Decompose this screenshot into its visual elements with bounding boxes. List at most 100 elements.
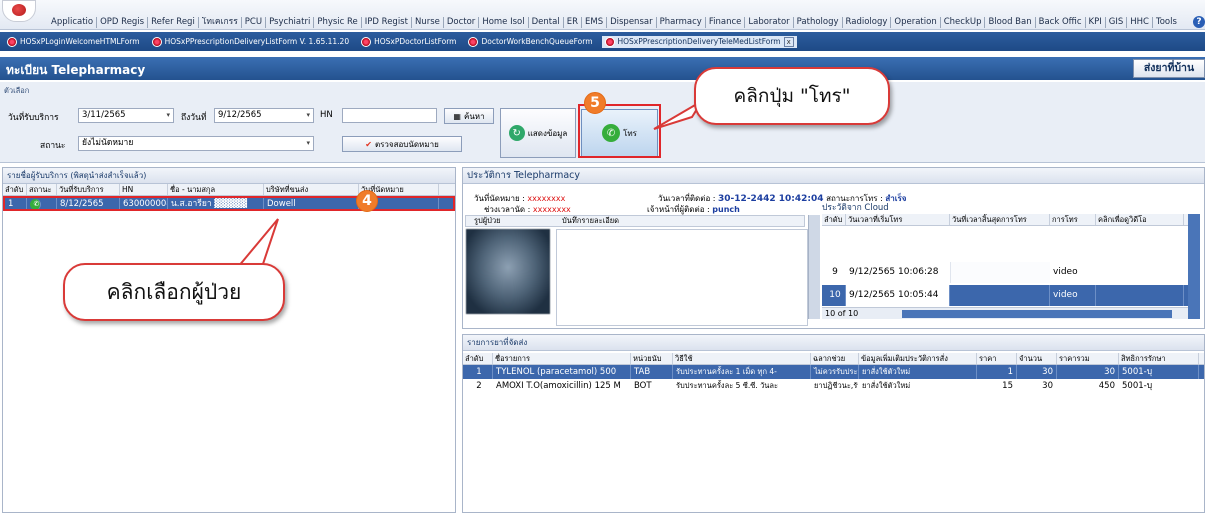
menu-item[interactable]: Finance — [706, 17, 746, 28]
column-header[interactable]: คลิกเพื่อดูวิดีโอ — [1096, 214, 1184, 225]
search-button[interactable]: ▦ ค้นหา — [444, 108, 494, 124]
document-tabbar: HOSxPLoginWelcomeHTMLForm HOSxPPrescript… — [0, 32, 1205, 51]
column-header[interactable]: ชื่อ - นามสกุล — [168, 184, 264, 195]
splitter-handle[interactable] — [808, 215, 820, 319]
column-header[interactable]: ข้อมูลเพิ่มเติมประวัติการสั่ง — [859, 353, 977, 364]
patient-list-panel: รายชื่อผู้รับบริการ (พิสดุนำส่งสำเร็จแล้… — [2, 167, 456, 513]
menu-item[interactable]: Pathology — [794, 17, 843, 28]
extra-info-cell: ยาสั่งใช้ตัวใหม่ — [862, 381, 911, 390]
column-header[interactable]: ฉลากช่วย — [811, 353, 859, 364]
form-icon — [7, 36, 17, 47]
column-header[interactable]: บริษัทที่ขนส่ง — [264, 184, 359, 195]
search-icon: ▦ — [453, 111, 461, 121]
menu-item[interactable]: Refer Regi — [148, 17, 199, 28]
table-row[interactable]: 1 ✆ 8/12/2565 630000008 น.ส.อารียา ▓▓▓▓▓… — [3, 196, 455, 211]
menu-item[interactable]: Tools — [1153, 17, 1180, 28]
menu-item[interactable]: Physic Re — [314, 17, 362, 28]
page-title: ทะเบียน Telepharmacy — [6, 63, 146, 77]
check-icon: ✔ — [365, 139, 372, 149]
contact-time-label: วันเวลาที่ติดต่อ : — [658, 194, 716, 203]
column-header[interactable]: จำนวน — [1017, 353, 1057, 364]
menu-item[interactable]: ER — [564, 17, 582, 28]
column-header[interactable]: ลำดับ — [3, 184, 27, 195]
column-header[interactable]: ราคารวม — [1057, 353, 1119, 364]
column-header[interactable]: ราคา — [977, 353, 1017, 364]
menu-item[interactable]: Psychiatri — [266, 17, 315, 28]
column-header[interactable]: การโทร — [1050, 214, 1096, 225]
column-header[interactable]: วันเวลาที่เริ่มโทร — [846, 214, 950, 225]
column-header[interactable]: ลำดับ — [822, 214, 846, 225]
menu-item[interactable]: Dental — [529, 17, 564, 28]
unit-cell: TAB — [631, 365, 673, 379]
column-header[interactable]: สถานะ — [27, 184, 57, 195]
doc-tab[interactable]: DoctorWorkBenchQueueForm — [465, 36, 595, 48]
menu-item[interactable]: Back Offic — [1036, 17, 1086, 28]
video-link-cell[interactable] — [1096, 285, 1184, 306]
service-date-from-input[interactable]: 3/11/2565 ▾ — [78, 108, 174, 123]
column-header[interactable]: หน่วยนับ — [631, 353, 673, 364]
menu-item[interactable]: EMS — [582, 17, 608, 28]
horizontal-scrollbar[interactable] — [902, 310, 1172, 318]
column-header[interactable]: วิธีใช้ — [673, 353, 811, 364]
menu-item[interactable]: OPD Regis — [97, 17, 149, 28]
right-cell: 5001-บุ — [1122, 381, 1153, 391]
home-delivery-button[interactable]: ส่งยาที่บ้าน — [1133, 59, 1205, 78]
menu-item[interactable]: Doctor — [444, 17, 480, 28]
to-date-label: ถึงวันที่ — [181, 113, 207, 123]
appt-time-label: ช่วงเวลานัด : — [484, 205, 531, 214]
service-date-to-input[interactable]: 9/12/2565 ▾ — [214, 108, 314, 123]
menu-item[interactable]: โทเคเกรร — [199, 17, 242, 28]
column-header[interactable]: วันที่เวลาสิ้นสุดการโทร — [950, 214, 1050, 225]
chevron-down-icon[interactable]: ▾ — [306, 109, 310, 122]
menu-item[interactable]: PCU — [242, 17, 267, 28]
chevron-down-icon[interactable]: ▾ — [306, 137, 310, 150]
hn-input[interactable] — [342, 108, 437, 123]
call-end-cell — [950, 285, 1050, 306]
price-cell: 15 — [1002, 381, 1013, 391]
notes-textarea[interactable] — [556, 229, 808, 326]
menu-item[interactable]: Radiology — [843, 17, 892, 28]
row-number: 9 — [832, 267, 838, 277]
column-header[interactable]: สิทธิการรักษา — [1119, 353, 1199, 364]
table-row[interactable]: 2 AMOXI T.O(amoxicillin) 125 M BOT รับปร… — [463, 379, 1204, 393]
menu-item[interactable]: KPI — [1086, 17, 1106, 28]
column-header[interactable]: ชื่อรายการ — [493, 353, 631, 364]
menu-item[interactable]: Laborator — [745, 17, 794, 28]
status-select[interactable]: ยังไม่นัดหมาย ▾ — [78, 136, 314, 151]
menu-item[interactable]: Applicatio — [48, 17, 98, 28]
menu-item[interactable]: Dispensar — [607, 17, 657, 28]
photo-label: รูปผู้ป่วย — [474, 216, 501, 225]
menu-item[interactable]: IPD Regist — [362, 17, 412, 28]
table-row[interactable]: 10 9/12/2565 10:05:44 video — [822, 285, 1188, 306]
service-date-cell: 8/12/2565 — [57, 198, 120, 209]
menu-item[interactable]: Operation — [891, 17, 941, 28]
column-header[interactable]: ลำดับ — [463, 353, 493, 364]
doc-tab[interactable]: HOSxPLoginWelcomeHTMLForm — [4, 36, 143, 48]
app-logo-icon[interactable] — [2, 0, 36, 22]
column-header[interactable]: HN — [120, 184, 168, 195]
menu-item[interactable]: GIS — [1106, 17, 1128, 28]
menu-item[interactable]: CheckUp — [941, 17, 986, 28]
show-data-button[interactable]: ↻ แสดงข้อมูล — [500, 108, 576, 158]
menu-item[interactable]: Pharmacy — [657, 17, 706, 28]
close-icon[interactable]: x — [783, 36, 794, 47]
video-link-cell[interactable] — [1096, 262, 1184, 283]
table-row[interactable]: 1 TYLENOL (paracetamol) 500 TAB รับประทา… — [463, 365, 1204, 379]
menu-item[interactable]: Nurse — [412, 17, 444, 28]
phone-icon: ✆ — [30, 199, 41, 209]
column-header[interactable]: วันที่รับบริการ — [57, 184, 120, 195]
menu-item[interactable]: HHC — [1127, 17, 1153, 28]
drug-list-panel: รายการยาที่จัดส่ง ลำดับ ชื่อรายการ หน่วย… — [462, 334, 1205, 513]
vertical-scrollbar[interactable] — [1188, 214, 1200, 319]
menu-item[interactable]: Blood Ban — [985, 17, 1036, 28]
doc-tab[interactable]: HOSxPPrescriptionDeliveryListForm V. 1.6… — [149, 36, 353, 48]
check-appointment-button[interactable]: ✔ ตรวจสอบนัดหมาย — [342, 136, 462, 152]
hn-label: HN — [320, 110, 333, 120]
doc-tab-active[interactable]: HOSxPPrescriptionDeliveryTeleMedListForm… — [601, 35, 797, 48]
doc-tab[interactable]: HOSxPDoctorListForm — [358, 36, 459, 48]
menu-item[interactable]: Home Isol — [479, 17, 529, 28]
help-icon[interactable]: ? — [1193, 16, 1205, 28]
aux-label-cell: ไม่ควรรับประทานยา — [811, 365, 859, 379]
chevron-down-icon[interactable]: ▾ — [166, 109, 170, 122]
table-row[interactable]: 9 9/12/2565 10:06:28 video — [822, 262, 1188, 283]
